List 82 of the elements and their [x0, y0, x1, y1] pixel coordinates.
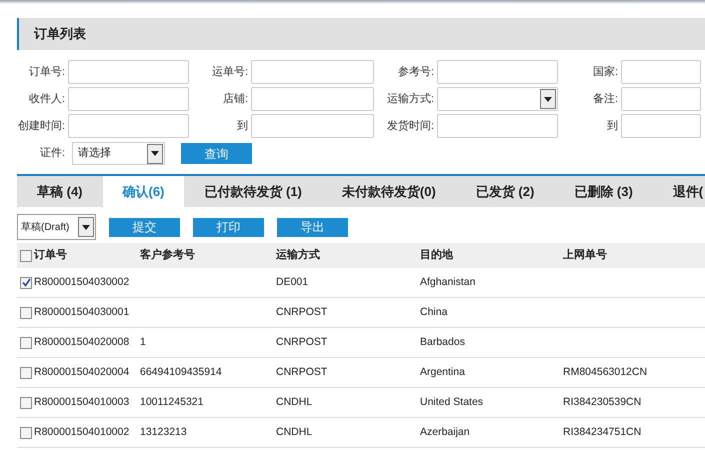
table-cell-text: Argentina [419, 364, 465, 380]
table-cell-text: CNRPOST [275, 304, 328, 320]
column-header: 运输方式 [275, 248, 320, 264]
checkbox[interactable] [20, 396, 32, 408]
tab[interactable]: 已发货 (2) [456, 176, 554, 207]
field-label: 运输方式: [386, 92, 435, 107]
table-cell-text: China [419, 304, 448, 320]
table-cell-text: R800001504030002 [33, 274, 130, 290]
checkbox[interactable] [20, 366, 32, 378]
column-header: 目的地 [419, 248, 453, 264]
checkbox[interactable] [20, 276, 32, 288]
field-label: 国家: [592, 64, 619, 80]
select-field[interactable]: 请选择 [72, 142, 165, 165]
select-field[interactable] [437, 87, 558, 111]
dropdown-button[interactable] [540, 89, 556, 109]
checkbox[interactable] [20, 250, 32, 262]
table-cell-text: 10011245321 [139, 394, 204, 410]
table-cell-text: R800001504010002 [33, 424, 130, 440]
input-field[interactable] [68, 87, 189, 111]
field-label: 收件人: [28, 92, 66, 107]
table-cell-text: R800001504020008 [33, 334, 130, 350]
table-cell-text: CNRPOST [275, 334, 328, 350]
tab[interactable]: 已删除 (3) [554, 176, 653, 207]
input-field[interactable] [621, 114, 701, 138]
dropdown-button[interactable] [147, 144, 163, 164]
table-cell-text: R800001504030001 [33, 304, 130, 320]
toolbar-button[interactable]: 导出 [277, 218, 348, 236]
table-cell-text: 66494109435914 [139, 364, 222, 380]
tab[interactable]: 未付款待发货(0) [322, 176, 456, 207]
input-field[interactable] [437, 114, 558, 138]
input-field[interactable] [621, 60, 701, 84]
tab[interactable]: 退件( [652, 176, 705, 207]
field-label: 备注: [592, 92, 619, 107]
search-button[interactable]: 查询 [181, 143, 252, 164]
field-label: 到 [236, 118, 249, 134]
tab[interactable]: 已付款待发货 (1) [184, 176, 322, 207]
input-field[interactable] [621, 87, 701, 111]
checkbox[interactable] [20, 426, 32, 438]
input-field[interactable] [251, 114, 374, 138]
tab[interactable]: 草稿 (4) [17, 176, 102, 207]
table-cell-text: DE001 [275, 274, 308, 290]
caret-icon [82, 224, 90, 230]
panel-title: 订单列表 [34, 25, 86, 44]
table-cell-text: RI384234751CN [562, 424, 642, 440]
table-cell-text: CNDHL [275, 424, 312, 440]
table-cell-text: RM804563012CN [562, 364, 648, 380]
table-cell-text: R800001504020004 [33, 364, 130, 380]
field-label: 店铺: [222, 92, 249, 107]
caret-icon [151, 151, 159, 156]
field-label: 订单号: [28, 64, 66, 80]
table-cell-text: Afghanistan [419, 274, 476, 290]
caret-icon [544, 96, 552, 102]
status-select[interactable]: 草稿(Draft) [17, 214, 96, 240]
input-field[interactable] [437, 60, 558, 84]
table-cell-text: Barbados [419, 334, 465, 350]
table-cell-text: CNDHL [275, 394, 312, 410]
checkbox[interactable] [20, 306, 32, 318]
table-cell-text: United States [419, 394, 484, 410]
column-header: 客户参考号 [139, 248, 195, 264]
field-label: 运单号: [210, 64, 249, 80]
toolbar-button[interactable]: 提交 [109, 218, 180, 236]
dropdown-button[interactable] [78, 217, 94, 237]
toolbar-button[interactable]: 打印 [193, 218, 264, 236]
tab[interactable]: 确认(6) [102, 176, 184, 207]
field-label: 创建时间: [17, 118, 66, 134]
field-label: 参考号: [396, 64, 435, 80]
field-label: 到 [606, 118, 619, 134]
table-cell-text: R800001504010003 [33, 394, 130, 410]
column-header: 上网单号 [562, 248, 607, 264]
table-cell-text: 1 [139, 334, 146, 350]
field-label: 证件: [38, 146, 66, 162]
table-cell-text: CNRPOST [275, 364, 328, 380]
table-cell-text: 13123213 [139, 424, 187, 440]
checkbox[interactable] [20, 336, 32, 348]
field-label: 发货时间: [386, 118, 435, 134]
table-cell-text: RI384230539CN [562, 394, 642, 410]
input-field[interactable] [251, 60, 374, 84]
table-cell-text: Azerbaijan [419, 424, 470, 440]
input-field[interactable] [68, 114, 189, 138]
input-field[interactable] [251, 87, 374, 111]
column-header: 订单号 [32, 248, 67, 264]
input-field[interactable] [68, 60, 189, 84]
